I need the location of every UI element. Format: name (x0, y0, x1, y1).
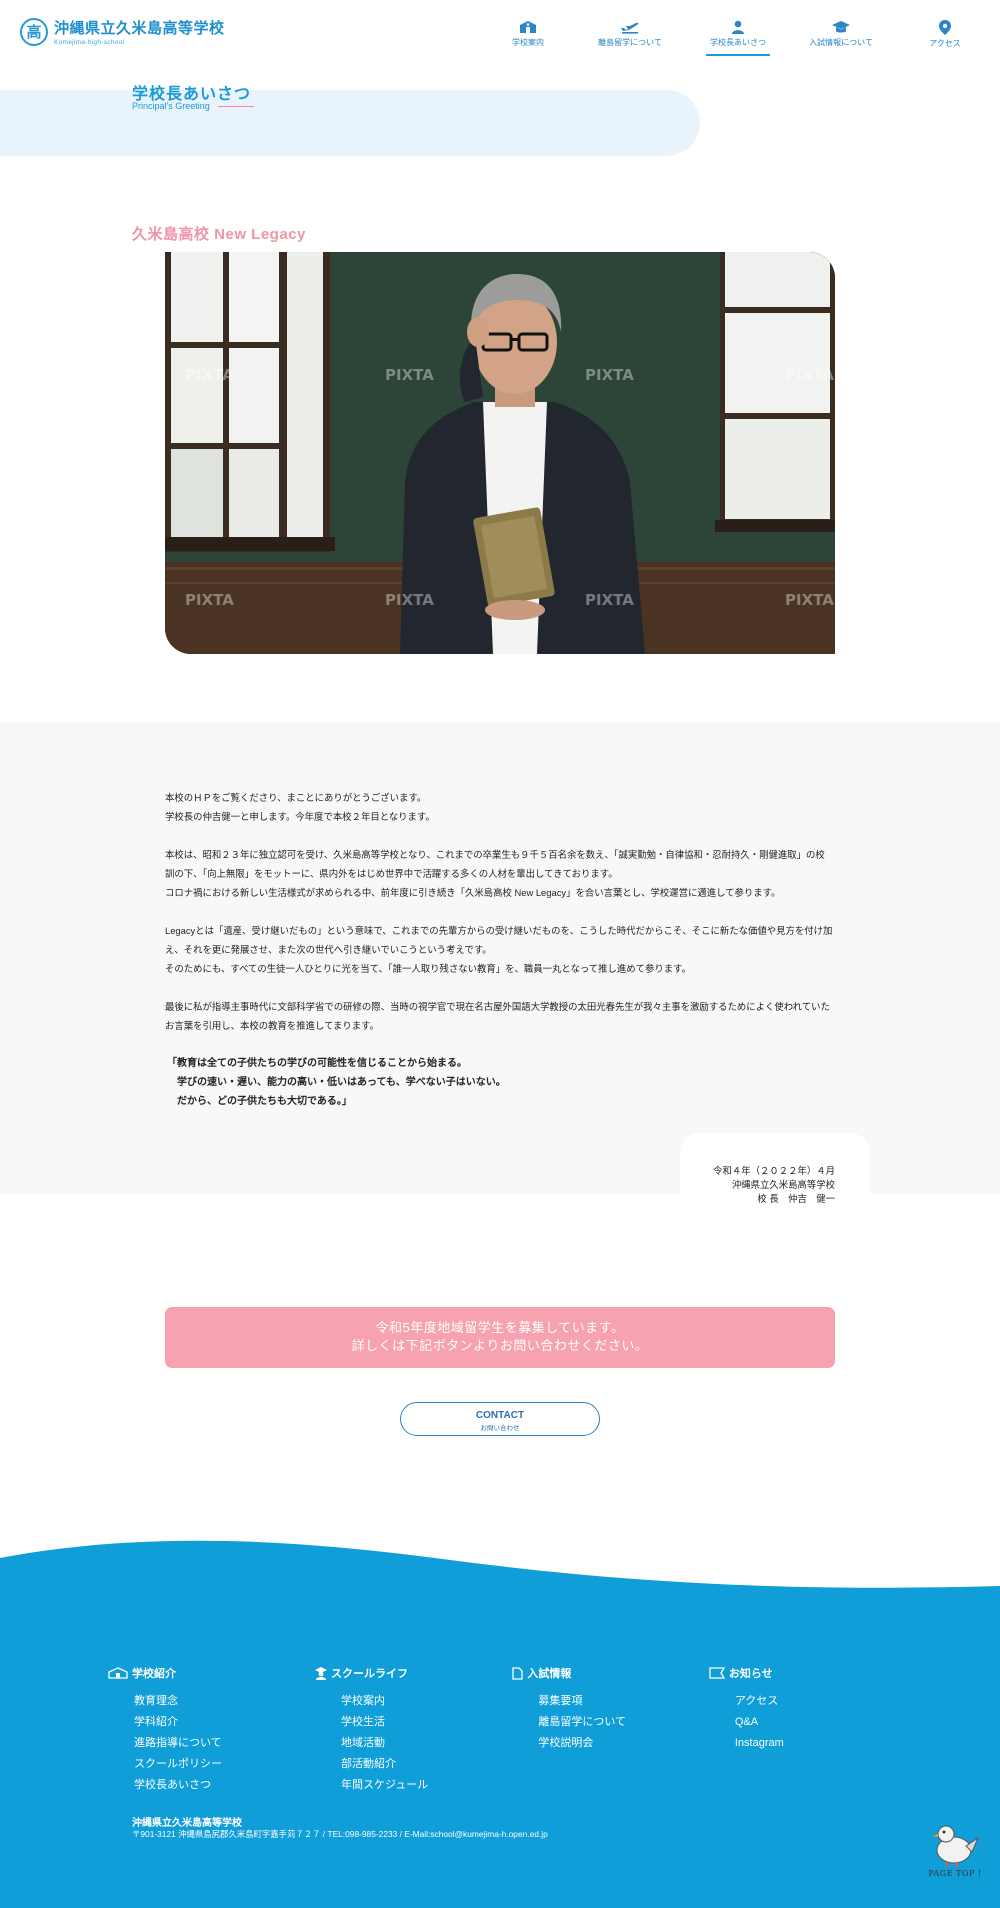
graduation-cap-icon (832, 21, 850, 33)
footer-link[interactable]: 学校長あいさつ (134, 1775, 315, 1796)
school-icon (108, 1667, 128, 1679)
site-header: 高 沖縄県立久米島高等学校 Kumejima-high-school 学校案内 … (0, 0, 1000, 68)
nav-item-principal-greeting[interactable]: 学校長あいさつ (694, 20, 782, 56)
signature-name: 校 長 仲吉 健一 (757, 1193, 835, 1204)
nav-item-admission-info[interactable]: 入試情報について (782, 20, 900, 54)
watermark-text: PIXTA (785, 366, 834, 384)
footer-link[interactable]: 学科紹介 (134, 1712, 315, 1733)
footer-link[interactable]: 学校説明会 (538, 1733, 709, 1754)
airplane-icon (621, 22, 639, 34)
site-logo[interactable]: 高 沖縄県立久米島高等学校 Kumejima-high-school (20, 17, 225, 46)
watermark-text: PIXTA (585, 366, 634, 384)
subtitle-underline (217, 105, 254, 107)
nav-item-island-study[interactable]: 離島留学について (566, 20, 694, 54)
footer-col-news: お知らせ アクセス Q&A Instagram (709, 1665, 908, 1796)
recruitment-banner: 令和5年度地域留学生を募集しています。 詳しくは下記ボタンよりお問い合わせくださ… (165, 1307, 835, 1368)
flag-icon (709, 1667, 725, 1679)
footer-col-school-intro: 学校紹介 教育理念 学科紹介 進路指導について スクールポリシー 学校長あいさつ (108, 1665, 315, 1796)
school-building-icon (520, 21, 536, 33)
footer-link[interactable]: 年間スケジュール (341, 1775, 512, 1796)
contact-label: CONTACT (475, 1410, 525, 1421)
school-emblem-icon: 高 (20, 17, 48, 46)
map-pin-icon (939, 20, 951, 35)
person-icon (732, 20, 744, 34)
footer-link[interactable]: Instagram (735, 1733, 908, 1754)
footer-nav: 学校紹介 教育理念 学科紹介 進路指導について スクールポリシー 学校長あいさつ… (108, 1665, 908, 1796)
watermark-text: PIXTA (585, 591, 634, 609)
watermark-text: PIXTA (185, 591, 234, 609)
page-top-label: PAGE TOP ! (928, 1869, 982, 1878)
document-icon (512, 1666, 524, 1680)
principal-message: 本校のＨＰをご覧くださり、まことにありがとうございます。 学校長の仲吉健一と申し… (165, 788, 835, 1111)
page-subtitle: Principal's Greeting (132, 101, 254, 111)
page-top-button[interactable]: PAGE TOP ! (922, 1820, 988, 1900)
footer-address: 〒901-3121 沖縄県島尻郡久米島町字嘉手苅７２７ / TEL:098-98… (132, 1829, 548, 1839)
nav-label: アクセス (929, 39, 961, 48)
principal-photo: PIXTA PIXTA PIXTA PIXTA PIXTA PIXTA PIXT… (165, 252, 835, 654)
section-heading: 久米島高校 New Legacy (132, 226, 306, 243)
footer-heading: お知らせ (728, 1668, 773, 1680)
message-paragraph: 本校のＨＰをご覧くださり、まことにありがとうございます。 学校長の仲吉健一と申し… (165, 792, 435, 822)
footer-heading: 入試情報 (527, 1668, 572, 1680)
footer-link[interactable]: 募集要項 (538, 1691, 709, 1712)
message-paragraph: Legacyとは「遺産、受け継いだもの」という意味で、これまでの先輩方からの受け… (165, 925, 833, 974)
watermark-text: PIXTA (185, 366, 234, 384)
nav-label: 入試情報について (809, 38, 873, 47)
footer-link[interactable]: 地域活動 (341, 1733, 512, 1754)
footer-link[interactable]: 進路指導について (134, 1733, 315, 1754)
nav-label: 学校長あいさつ (710, 38, 766, 47)
message-paragraph: 最後に私が指導主事時代に文部科学省での研修の際、当時の視学官で現在名古屋外国語大… (165, 1001, 830, 1031)
signature-school: 沖縄県立久米島高等学校 (731, 1179, 835, 1190)
footer-link[interactable]: 部活動紹介 (341, 1754, 512, 1775)
watermark-text: PIXTA (785, 591, 834, 609)
school-name-sub: Kumejima-high-school (54, 39, 125, 46)
footer-link[interactable]: Q&A (735, 1712, 908, 1733)
signature: 令和４年（２０２２年）４月 沖縄県立久米島高等学校 校 長 仲吉 健一 (713, 1164, 835, 1206)
footer-school-name: 沖縄県立久米島高等学校 (132, 1818, 242, 1829)
message-paragraph: 本校は、昭和２３年に独立認可を受け、久米島高等学校となり、これまでの卒業生も９千… (165, 849, 825, 898)
footer-heading: 学校紹介 (132, 1668, 176, 1680)
contact-sublabel: お問い合わせ (480, 1425, 520, 1432)
watermark-text: PIXTA (385, 591, 434, 609)
student-icon (314, 1666, 327, 1680)
watermark-text: PIXTA (385, 366, 434, 384)
footer-link[interactable]: スクールポリシー (134, 1754, 315, 1775)
footer-link[interactable]: 学校生活 (341, 1712, 512, 1733)
footer-link[interactable]: アクセス (735, 1691, 908, 1712)
school-name: 沖縄県立久米島高等学校 (54, 20, 225, 37)
footer-link[interactable]: 学校案内 (341, 1691, 512, 1712)
nav-label: 離島留学について (598, 38, 662, 47)
footer-link[interactable]: 離島留学について (538, 1712, 709, 1733)
bird-mascot-icon (932, 1825, 980, 1867)
nav-item-school-guide[interactable]: 学校案内 (490, 20, 566, 54)
nav-label: 学校案内 (512, 38, 544, 47)
nav-item-access[interactable]: アクセス (900, 20, 990, 54)
title-band (0, 90, 700, 156)
signature-date: 令和４年（２０２２年）４月 (713, 1165, 835, 1176)
message-quote: 「教育は全ての子供たちの学びの可能性を信じることから始まる。 学びの速い・遅い、… (167, 1058, 506, 1107)
footer-heading: スクールライフ (330, 1668, 408, 1680)
main-nav: 学校案内 離島留学について 学校長あいさつ 入試情報について アクセス (490, 20, 990, 56)
contact-button[interactable]: CONTACT お問い合わせ (400, 1402, 600, 1436)
page-subtitle-text: Principal's Greeting (132, 101, 210, 111)
footer-col-school-life: スクールライフ 学校案内 学校生活 地域活動 部活動紹介 年間スケジュール (314, 1665, 512, 1796)
footer-col-admission: 入試情報 募集要項 離島留学について 学校説明会 (512, 1665, 709, 1796)
footer-link[interactable]: 教育理念 (134, 1691, 315, 1712)
